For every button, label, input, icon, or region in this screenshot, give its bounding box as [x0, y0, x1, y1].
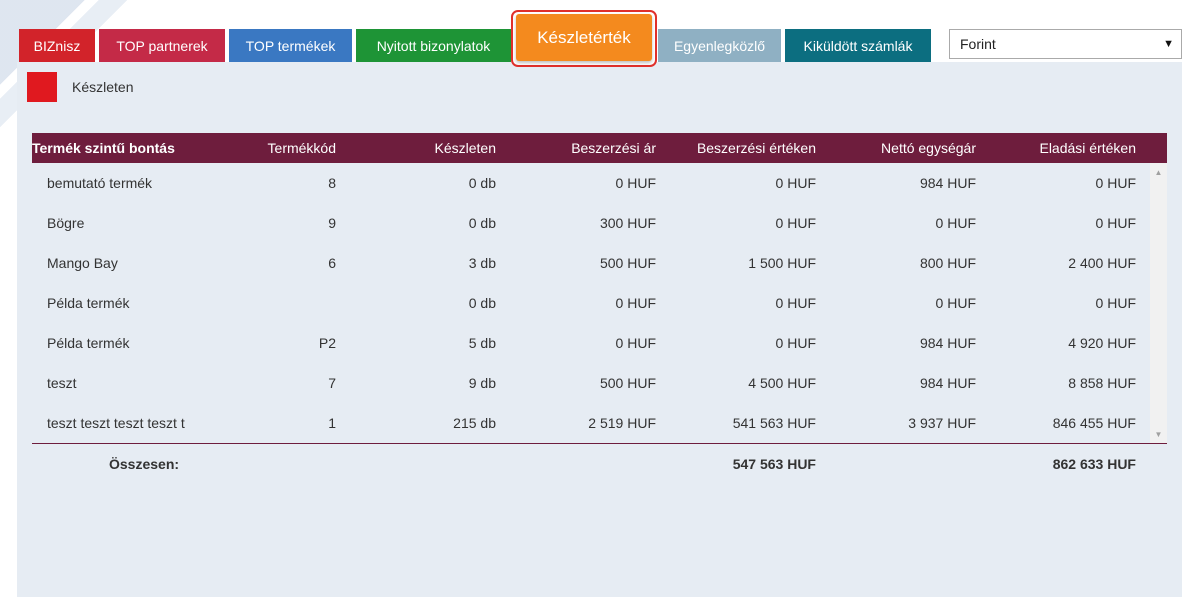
cell-stock: 0 db	[468, 175, 496, 191]
dropdown-arrow-icon: ▼	[1163, 38, 1174, 50]
cell-sales-value: 0 HUF	[1095, 175, 1136, 191]
cell-stock: 215 db	[453, 415, 496, 431]
header-sales-value: Eladási értéken	[1039, 140, 1136, 156]
header-purchase-value: Beszerzési értéken	[696, 140, 816, 156]
cell-stock: 0 db	[468, 215, 496, 231]
cell-purchase-price: 0 HUF	[615, 335, 656, 351]
header-code: Termékkód	[267, 140, 336, 156]
cell-code: 1	[328, 415, 336, 431]
cell-purchase-value: 0 HUF	[775, 295, 816, 311]
cell-sales-value: 8 858 HUF	[1068, 375, 1136, 391]
legend-swatch	[27, 72, 57, 102]
cell-net-unit-price: 984 HUF	[919, 175, 976, 191]
cell-code: 7	[328, 375, 336, 391]
scroll-up-icon[interactable]: ▲	[1150, 165, 1167, 179]
cell-net-unit-price: 0 HUF	[935, 215, 976, 231]
cell-purchase-value: 0 HUF	[775, 175, 816, 191]
cell-code: 6	[328, 255, 336, 271]
cell-purchase-price: 500 HUF	[599, 255, 656, 271]
cell-sales-value: 4 920 HUF	[1068, 335, 1136, 351]
total-divider	[32, 443, 1167, 444]
header-net-unit-price: Nettó egységár	[881, 140, 976, 156]
cell-purchase-value: 0 HUF	[775, 215, 816, 231]
tab-top-termékek[interactable]: TOP termékek	[229, 29, 352, 62]
cell-purchase-price: 2 519 HUF	[588, 415, 656, 431]
cell-net-unit-price: 984 HUF	[919, 335, 976, 351]
table-row[interactable]: teszt teszt teszt teszt t 1 215 db 2 519 HU…	[32, 403, 1150, 443]
table-row[interactable]: teszt 7 9 db 500 HUF 4 500 HUF 984 HUF 8 858 H…	[32, 363, 1150, 403]
cell-product: teszt teszt teszt teszt t	[47, 415, 185, 431]
cell-net-unit-price: 0 HUF	[935, 295, 976, 311]
cell-purchase-value: 0 HUF	[775, 335, 816, 351]
cell-code: 9	[328, 215, 336, 231]
cell-stock: 3 db	[468, 255, 496, 271]
header-purchase-price: Beszerzési ár	[571, 140, 656, 156]
cell-net-unit-price: 984 HUF	[919, 375, 976, 391]
cell-sales-value: 2 400 HUF	[1068, 255, 1136, 271]
table-row[interactable]: Mango Bay 6 3 db 500 HUF 1 500 HUF 800 HUF 2 4…	[32, 243, 1150, 283]
cell-stock: 0 db	[468, 295, 496, 311]
cell-purchase-value: 4 500 HUF	[748, 375, 816, 391]
cell-purchase-value: 541 563 HUF	[732, 415, 816, 431]
cell-net-unit-price: 800 HUF	[919, 255, 976, 271]
cell-product: Példa termék	[47, 335, 130, 351]
tab-kiküldött-számlák[interactable]: Kiküldött számlák	[785, 29, 931, 62]
table-scrollbar[interactable]: ▲ ▼	[1150, 163, 1167, 443]
table-row[interactable]: Bögre 9 0 db 300 HUF 0 HUF 0 HUF 0 HUF	[32, 203, 1150, 243]
cell-code: P2	[318, 335, 336, 351]
cell-sales-value: 0 HUF	[1095, 215, 1136, 231]
scroll-down-icon[interactable]: ▼	[1150, 427, 1167, 441]
cell-product: teszt	[47, 375, 77, 391]
cell-product: Mango Bay	[47, 255, 118, 271]
cell-purchase-price: 0 HUF	[615, 295, 656, 311]
cell-purchase-price: 0 HUF	[615, 175, 656, 191]
cell-code: 8	[328, 175, 336, 191]
tab-top-partnerek[interactable]: TOP partnerek	[99, 29, 225, 62]
total-purchase-value: 547 563 HUF	[732, 456, 816, 472]
table-row[interactable]: Példa termék P2 5 db 0 HUF 0 HUF 984 HUF 4 920…	[32, 323, 1150, 363]
currency-selected-value: Forint	[960, 36, 996, 52]
table-body[interactable]: bemutató termék 8 0 db 0 HUF 0 HUF 984 HUF 0 H…	[32, 163, 1150, 443]
tab-keszletertek[interactable]: Készletérték	[516, 14, 652, 61]
currency-select[interactable]: Forint ▼	[949, 29, 1182, 59]
header-product: Termék szintű bontás	[32, 140, 175, 156]
total-sales-value: 862 633 HUF	[1052, 456, 1136, 472]
table-row[interactable]: Példa termék 0 db 0 HUF 0 HUF 0 HUF 0 HUF	[32, 283, 1150, 323]
cell-sales-value: 0 HUF	[1095, 295, 1136, 311]
cell-net-unit-price: 3 937 HUF	[908, 415, 976, 431]
cell-sales-value: 846 455 HUF	[1052, 415, 1136, 431]
cell-product: Bögre	[47, 215, 85, 231]
cell-stock: 9 db	[468, 375, 496, 391]
tab-egyenlegközlő[interactable]: Egyenlegközlő	[658, 29, 781, 62]
cell-purchase-price: 300 HUF	[599, 215, 656, 231]
table-row[interactable]: bemutató termék 8 0 db 0 HUF 0 HUF 984 HUF 0 H…	[32, 163, 1150, 203]
legend-label: Készleten	[72, 79, 134, 95]
header-stock: Készleten	[434, 140, 496, 156]
cell-stock: 5 db	[468, 335, 496, 351]
table-header: Termék szintű bontás Termékkód Készleten…	[32, 133, 1167, 163]
cell-purchase-value: 1 500 HUF	[748, 255, 816, 271]
cell-product: Példa termék	[47, 295, 130, 311]
tab-biznisz[interactable]: BIZnisz	[19, 29, 95, 62]
cell-product: bemutató termék	[47, 175, 153, 191]
tab-nyitott-bizonylatok[interactable]: Nyitott bizonylatok	[356, 29, 511, 62]
total-label: Összesen:	[109, 456, 180, 472]
cell-purchase-price: 500 HUF	[599, 375, 656, 391]
